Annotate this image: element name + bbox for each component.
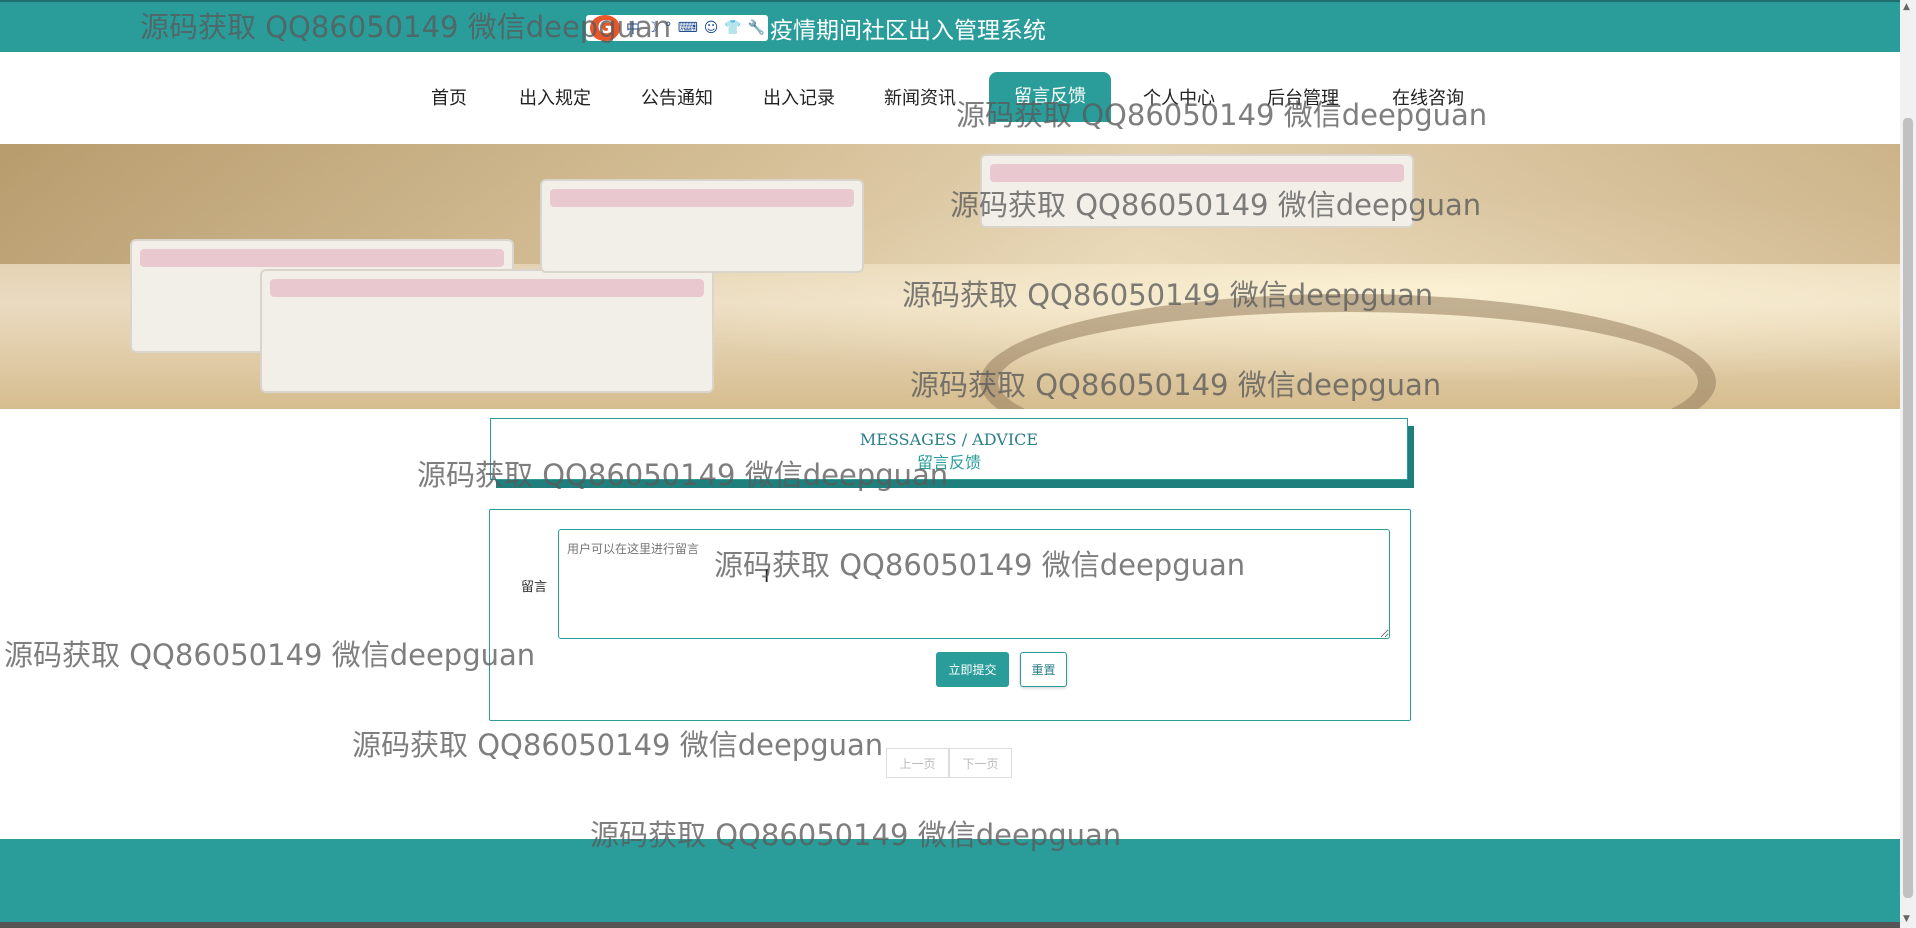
hero-banner-image [0,144,1900,409]
message-label: 留言 [521,580,548,595]
nav-item-news[interactable]: 新闻资讯 [884,84,956,110]
banner-bed [260,269,714,393]
main-nav: 首页 出入规定 公告通知 出入记录 新闻资讯 留言反馈 个人中心 后台管理 在线… [0,52,1900,144]
message-textarea[interactable] [558,529,1390,639]
submit-button[interactable]: 立即提交 [936,652,1009,687]
shirt-skin-icon[interactable]: 👕 [724,20,741,36]
banner-bed [540,179,864,273]
ime-chinese-mode-icon[interactable]: 中 [626,18,640,38]
nav-item-access-rules[interactable]: 出入规定 [519,84,591,110]
nav-item-home[interactable]: 首页 [431,84,467,110]
prev-page-button[interactable]: 上一页 [886,748,949,778]
scroll-up-arrow-icon[interactable]: ▲ [1903,2,1910,12]
nav-item-announcements[interactable]: 公告通知 [641,84,713,110]
ime-toolbar[interactable]: G 中 ☽ ° ⌨ ☺ 👕 🔧 [586,15,768,41]
wrench-icon[interactable]: 🔧 [748,20,765,36]
watermark-text: 源码获取 QQ86050149 微信deepguan [4,638,536,672]
text-cursor-icon: I [764,566,770,587]
banner-bed [980,154,1414,228]
user-icon[interactable]: ☺ [704,20,719,36]
section-title-cn: 留言反馈 [916,453,981,472]
pagination: 上一页 下一页 [886,748,1012,778]
nav-item-admin[interactable]: 后台管理 [1267,84,1339,110]
nav-item-online-consult[interactable]: 在线咨询 [1392,84,1464,110]
section-title-en: MESSAGES / ADVICE [859,430,1039,449]
footer-bar [0,839,1900,922]
scrollbar-thumb[interactable] [1903,118,1913,898]
next-page-button[interactable]: 下一页 [949,748,1012,778]
ime-moon-icon[interactable]: ☽ [646,20,659,36]
reset-button[interactable]: 重置 [1020,652,1067,687]
vertical-scrollbar[interactable]: ▲ ▼ [1900,0,1916,928]
watermark-text: 源码获取 QQ86050149 微信deepguan [352,728,884,762]
nav-item-personal-center[interactable]: 个人中心 [1143,84,1215,110]
section-title-box: MESSAGES / ADVICE 留言反馈 [490,418,1408,480]
site-title: 疫情期间社区出入管理系统 [770,18,1046,44]
keyboard-icon[interactable]: ⌨ [678,20,698,36]
nav-item-feedback[interactable]: 留言反馈 [989,72,1111,122]
ime-logo-icon[interactable]: G [590,15,620,41]
scroll-down-arrow-icon[interactable]: ▼ [1903,914,1910,924]
nav-item-access-records[interactable]: 出入记录 [763,84,835,110]
banner-floor-pattern [980,294,1716,409]
window-bottom-edge [0,922,1916,928]
feedback-form: 留言 立即提交 重置 [489,509,1411,721]
top-header-bar: G 中 ☽ ° ⌨ ☺ 👕 🔧 疫情期间社区出入管理系统 [0,0,1900,52]
ime-punctuation-icon[interactable]: ° [665,20,672,36]
